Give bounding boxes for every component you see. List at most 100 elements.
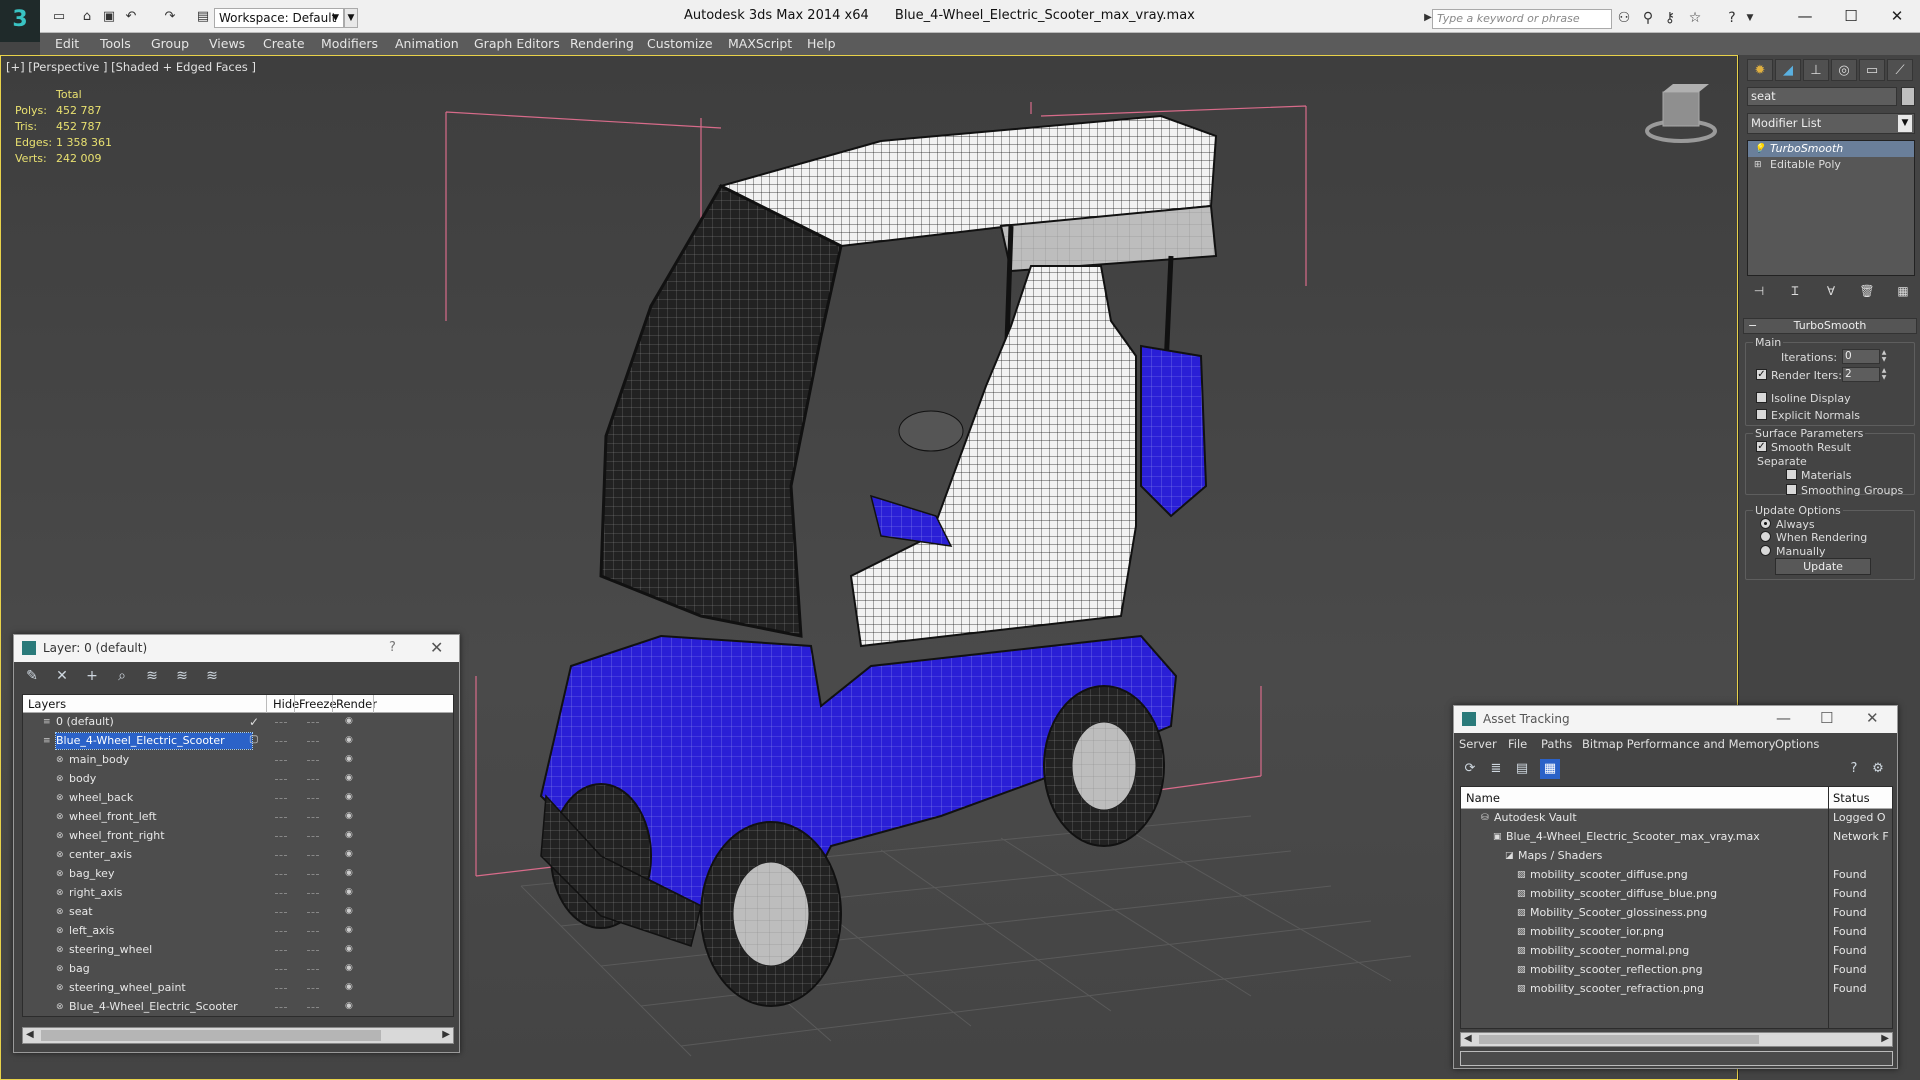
lightbulb-icon[interactable]: 💡: [1754, 144, 1765, 154]
hide-toggle[interactable]: [275, 760, 287, 761]
render-teapot-icon[interactable]: ◉: [345, 850, 355, 859]
render-teapot-icon[interactable]: ◉: [345, 736, 355, 745]
menu-graph-editors[interactable]: Graph Editors: [474, 36, 560, 51]
render-teapot-icon[interactable]: ◉: [345, 888, 355, 897]
add-to-layer-icon[interactable]: +: [82, 666, 102, 686]
freeze-toggle[interactable]: [307, 988, 319, 989]
stack-item-turbosmooth[interactable]: 💡 TurboSmooth: [1748, 141, 1914, 157]
help-icon[interactable]: ?: [1844, 759, 1864, 779]
hide-toggle[interactable]: [275, 1007, 287, 1008]
hide-toggle[interactable]: [275, 722, 287, 723]
menu-create[interactable]: Create: [263, 36, 305, 51]
render-teapot-icon[interactable]: ◉: [345, 983, 355, 992]
scroll-right-icon[interactable]: ▶: [442, 1029, 450, 1040]
render-iters-spinner[interactable]: 2: [1842, 367, 1880, 382]
object-color-swatch[interactable]: [1901, 87, 1915, 106]
layer-row[interactable]: ⊗ wheel_front_right ◉: [23, 827, 453, 846]
freeze-toggle[interactable]: [307, 950, 319, 951]
update-button[interactable]: Update: [1775, 558, 1871, 575]
freeze-toggle[interactable]: [307, 741, 319, 742]
maximize-icon[interactable]: ☐: [1828, 4, 1874, 28]
menu-tools[interactable]: Tools: [100, 36, 131, 51]
asset-row[interactable]: ▨ mobility_scooter_ior.png Found: [1461, 923, 1892, 942]
asset-menu-server[interactable]: Server: [1459, 737, 1497, 751]
binoculars-icon[interactable]: ⚇: [1614, 9, 1634, 27]
render-teapot-icon[interactable]: ◉: [345, 907, 355, 916]
materials-checkbox[interactable]: [1786, 469, 1797, 480]
create-tab-icon[interactable]: ✹: [1747, 59, 1773, 81]
maximize-icon[interactable]: ☐: [1820, 709, 1833, 727]
asset-row[interactable]: ▨ Mobility_Scooter_glossiness.png Found: [1461, 904, 1892, 923]
scroll-right-icon[interactable]: ▶: [1881, 1033, 1889, 1044]
freeze-toggle[interactable]: [307, 817, 319, 818]
expand-plus-icon[interactable]: ⊞: [1754, 160, 1764, 170]
turbosmooth-rollout-header[interactable]: − TurboSmooth: [1743, 318, 1917, 334]
horizontal-scrollbar[interactable]: ◀ ▶: [1460, 1032, 1893, 1047]
freeze-toggle[interactable]: [307, 779, 319, 780]
select-objects-icon[interactable]: ⌕: [112, 666, 132, 686]
spinner-arrows-icon[interactable]: ▲ ▼: [1880, 349, 1888, 364]
menu-modifiers[interactable]: Modifiers: [321, 36, 378, 51]
hide-toggle[interactable]: [275, 779, 287, 780]
render-teapot-icon[interactable]: ◉: [345, 774, 355, 783]
new-file-icon[interactable]: ▭: [50, 9, 68, 25]
render-iters-checkbox[interactable]: ✓: [1756, 369, 1767, 380]
col-layers[interactable]: Layers: [28, 697, 66, 711]
layer-row[interactable]: ⊗ steering_wheel ◉: [23, 941, 453, 960]
minimize-icon[interactable]: —: [1776, 709, 1791, 727]
hide-toggle[interactable]: [275, 798, 287, 799]
minimize-icon[interactable]: —: [1782, 4, 1828, 28]
render-teapot-icon[interactable]: ◉: [345, 964, 355, 973]
menu-group[interactable]: Group: [151, 36, 189, 51]
freeze-toggle[interactable]: [307, 931, 319, 932]
new-layer-icon[interactable]: ✎: [22, 666, 42, 686]
open-file-icon[interactable]: ⌂: [78, 9, 96, 25]
hide-toggle[interactable]: [275, 741, 287, 742]
layer-dialog-titlebar[interactable]: Layer: 0 (default) ? ✕: [14, 635, 459, 662]
render-teapot-icon[interactable]: ◉: [345, 755, 355, 764]
view-cube[interactable]: [1645, 84, 1717, 143]
viewport-label[interactable]: [+] [Perspective ] [Shaded + Edged Faces…: [6, 60, 256, 74]
layer-row[interactable]: ⊗ seat ◉: [23, 903, 453, 922]
menu-views[interactable]: Views: [209, 36, 245, 51]
highlight-layer-icon[interactable]: ≋: [142, 666, 162, 686]
layer-row[interactable]: ⊗ wheel_back ◉: [23, 789, 453, 808]
hide-toggle[interactable]: [275, 893, 287, 894]
freeze-toggle[interactable]: [307, 836, 319, 837]
pin-stack-icon[interactable]: ⊣: [1747, 281, 1771, 301]
scroll-left-icon[interactable]: ◀: [26, 1029, 34, 1040]
help-icon[interactable]: ?: [1722, 9, 1742, 27]
asset-row[interactable]: ▨ mobility_scooter_reflection.png Found: [1461, 961, 1892, 980]
save-file-icon[interactable]: ▣: [100, 9, 118, 25]
layer-row[interactable]: ⊗ main_body ◉: [23, 751, 453, 770]
scroll-thumb[interactable]: [41, 1030, 381, 1041]
thumbnail-view-icon[interactable]: ▤: [1512, 759, 1532, 779]
manually-radio[interactable]: [1760, 545, 1771, 556]
render-teapot-icon[interactable]: ◉: [345, 1002, 355, 1011]
redo-icon[interactable]: ↷: [161, 9, 179, 25]
menu-customize[interactable]: Customize: [647, 36, 713, 51]
render-teapot-icon[interactable]: ◉: [345, 717, 355, 726]
workspace-dropdown[interactable]: Workspace: Default ▼: [214, 8, 344, 28]
layer-row[interactable]: ⊗ center_axis ◉: [23, 846, 453, 865]
menu-edit[interactable]: Edit: [55, 36, 79, 51]
utilities-tab-icon[interactable]: ⟋: [1887, 59, 1913, 81]
modify-tab-icon[interactable]: ◢: [1775, 59, 1801, 81]
col-freeze[interactable]: Freeze: [299, 697, 337, 711]
iterations-spinner[interactable]: 0: [1842, 349, 1880, 364]
asset-menu-options[interactable]: Options: [1775, 737, 1819, 751]
menu-help[interactable]: Help: [807, 36, 836, 51]
render-teapot-icon[interactable]: ◉: [345, 869, 355, 878]
layer-row[interactable]: ≡ 0 (default) ✓ ◉: [23, 713, 453, 732]
when-rendering-radio[interactable]: [1760, 531, 1771, 542]
configure-sets-icon[interactable]: ▦: [1891, 281, 1915, 301]
hide-toggle[interactable]: [275, 988, 287, 989]
show-end-result-icon[interactable]: Ɪ: [1783, 281, 1807, 301]
modifier-list-dropdown[interactable]: Modifier List ▼: [1747, 113, 1915, 134]
render-teapot-icon[interactable]: ◉: [345, 831, 355, 840]
layer-row[interactable]: ⊗ body ◉: [23, 770, 453, 789]
freeze-toggle[interactable]: [307, 760, 319, 761]
smoothing-groups-checkbox[interactable]: [1786, 484, 1797, 495]
hierarchy-tab-icon[interactable]: ⊥: [1803, 59, 1829, 81]
asset-row[interactable]: ⛁ Autodesk Vault Logged O: [1461, 809, 1892, 828]
